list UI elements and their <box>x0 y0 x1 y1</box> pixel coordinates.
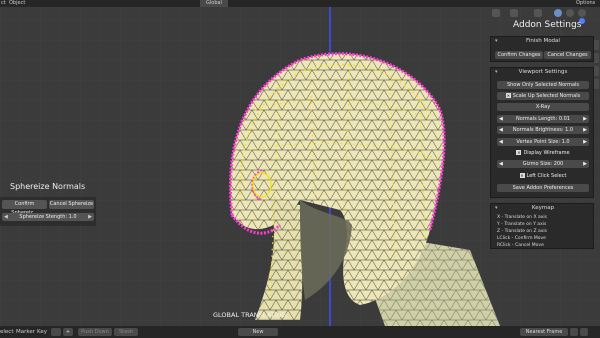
sphereize-controls: Confirm Sphereiz... Cancel Sphereize ◀ S… <box>0 197 96 226</box>
normals-length-slider[interactable]: ◀ Normals Length: 0.01 ▶ <box>497 115 589 123</box>
top-header-bar: ct Object Global Options <box>0 0 600 7</box>
overlay-icon[interactable] <box>510 9 518 17</box>
collapse-caret-icon[interactable]: ▾ <box>495 205 498 211</box>
marker-menu[interactable]: Marker <box>16 326 35 338</box>
section-title: Viewport Settings <box>518 69 568 75</box>
section-header[interactable]: ▾ Keymap <box>491 205 595 211</box>
checkbox-checked-icon[interactable]: ✕ <box>519 173 525 178</box>
collapse-caret-icon[interactable]: ▾ <box>495 69 498 75</box>
decrement-arrow-icon[interactable]: ◀ <box>499 138 503 146</box>
viewport-settings-section: ▾ Viewport Settings Show Only Selected No… <box>490 67 594 198</box>
global-translating-label: GLOBAL TRANSLATING <box>213 311 287 319</box>
sidebar-tab[interactable] <box>594 79 599 89</box>
transform-orientation-dropdown[interactable]: Global <box>200 0 228 7</box>
left-click-select-toggle[interactable]: ✕ Left Click Select <box>497 172 589 180</box>
keymap-section: ▾ Keymap X - Translate on X axis Y - Tran… <box>490 203 594 249</box>
increment-arrow-icon[interactable]: ▶ <box>583 126 587 134</box>
key-menu[interactable]: Key <box>37 326 47 338</box>
decrement-arrow-icon[interactable]: ◀ <box>499 160 503 168</box>
select-menu[interactable]: elect <box>0 326 13 338</box>
stash-button[interactable]: Stash <box>114 328 138 336</box>
slider-value: Normals Brightness: 1.0 <box>512 127 574 133</box>
section-title: Keymap <box>531 205 555 211</box>
normals-brightness-slider[interactable]: ◀ Normals Brightness: 1.0 ▶ <box>497 126 589 134</box>
checkbox-checked-icon[interactable]: ✕ <box>516 150 522 155</box>
keymap-line: LClick - Confirm Move <box>497 236 546 241</box>
addon-settings-title: Addon Settings <box>513 20 582 30</box>
sidebar-tab[interactable] <box>594 53 599 63</box>
collapse-caret-icon[interactable]: ▾ <box>495 38 498 44</box>
cancel-changes-button[interactable]: Cancel Changes <box>544 51 591 59</box>
finish-modal-section: ▾ Finish Modal Confirm Changes Cancel Cha… <box>490 36 594 62</box>
display-wireframe-toggle[interactable]: ✕ Display Wireframe <box>497 149 589 157</box>
show-only-selected-normals-button[interactable]: Show Only Selected Normals <box>497 81 589 89</box>
xray-button[interactable]: X-Ray <box>497 103 589 111</box>
keymap-line: Z - Translate on Z axis <box>497 229 547 234</box>
sphereize-strength-slider[interactable]: ◀ Sphereize Stength: 1.0 ▶ <box>2 213 94 221</box>
options-menu[interactable]: Options <box>576 0 595 7</box>
toggle-label: Display Wireframe <box>523 150 570 156</box>
xray-toggle-icon[interactable] <box>534 9 542 17</box>
panel-title: Sphereize Normals <box>10 182 86 191</box>
section-header[interactable]: ▾ Viewport Settings <box>491 69 595 75</box>
toggle-label: Left Click Select <box>526 173 567 179</box>
section-header[interactable]: ▾ Finish Modal <box>491 38 595 44</box>
snap-toggle-icon[interactable] <box>51 328 61 336</box>
shading-solid-icon[interactable] <box>554 9 562 17</box>
increment-arrow-icon[interactable]: ▶ <box>583 160 587 168</box>
save-addon-preferences-button[interactable]: Save Addon Preferences <box>497 184 589 192</box>
confirm-changes-button[interactable]: Confirm Changes <box>495 51 543 59</box>
scale-up-selected-normals-toggle[interactable]: ✕ Scale Up Selected Normals <box>497 92 589 100</box>
timeline-header-bar: elect Marker Key + Push Down Stash New N… <box>0 326 600 338</box>
keymap-line: X - Translate on X axis <box>497 215 547 220</box>
keymap-line: Y - Translate on Y axis <box>497 222 547 227</box>
add-icon[interactable]: + <box>63 328 73 336</box>
increment-arrow-icon[interactable]: ▶ <box>88 213 92 221</box>
select-menu-fragment[interactable]: ct <box>1 0 6 7</box>
sphereize-normals-panel: Sphereize Normals Confirm Sphereiz... Ca… <box>0 178 96 226</box>
keymap-line: RClick - Cancel Move <box>497 243 544 248</box>
gizmo-size-slider[interactable]: ◀ Gizmo Size: 200 ▶ <box>497 160 589 168</box>
checkbox-checked-icon[interactable]: ✕ <box>505 93 511 98</box>
normalize-icon[interactable] <box>580 328 588 336</box>
confirm-sphereize-button[interactable]: Confirm Sphereiz... <box>2 200 47 216</box>
view-toggle-icon[interactable] <box>492 9 500 17</box>
cancel-sphereize-button[interactable]: Cancel Sphereize <box>49 200 94 209</box>
slider-value: Normals Length: 0.01 <box>516 116 570 122</box>
addon-settings-panel: ▾ Finish Modal Confirm Changes Cancel Cha… <box>490 36 594 249</box>
section-title: Finish Modal <box>526 38 560 44</box>
object-menu[interactable]: Object <box>9 0 25 7</box>
toggle-label: Scale Up Selected Normals <box>512 93 581 99</box>
increment-arrow-icon[interactable]: ▶ <box>583 138 587 146</box>
push-down-button[interactable]: Push Down <box>78 328 112 336</box>
slider-value: Gizmo Size: 200 <box>522 161 564 167</box>
vertex-point-size-slider[interactable]: ◀ Vertex Point Size: 1.0 ▶ <box>497 138 589 146</box>
decrement-arrow-icon[interactable]: ◀ <box>4 213 8 221</box>
slider-value: Vertex Point Size: 1.0 <box>516 139 570 145</box>
new-action-button[interactable]: New <box>238 328 278 336</box>
nearest-frame-dropdown[interactable]: Nearest Frame <box>520 328 568 336</box>
decrement-arrow-icon[interactable]: ◀ <box>499 126 503 134</box>
decrement-arrow-icon[interactable]: ◀ <box>499 115 503 123</box>
increment-arrow-icon[interactable]: ▶ <box>583 115 587 123</box>
filter-icon[interactable] <box>570 328 578 336</box>
slider-value: Sphereize Stength: 1.0 <box>19 214 77 220</box>
